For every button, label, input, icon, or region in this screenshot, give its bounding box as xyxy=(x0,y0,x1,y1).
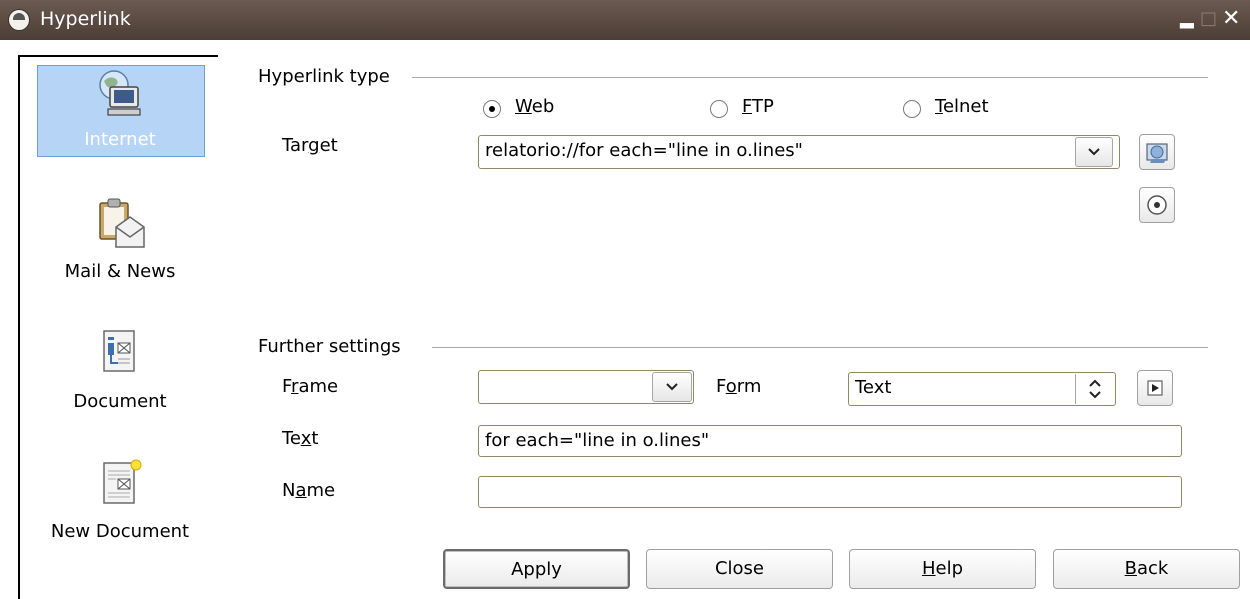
text-field[interactable]: for each="line in o.lines" xyxy=(478,425,1182,457)
text-label: Text xyxy=(282,428,319,449)
sidebar-item-new-document[interactable]: New Document xyxy=(20,457,220,557)
globe-computer-icon xyxy=(99,70,141,116)
group-divider xyxy=(412,77,1208,78)
chevron-down-icon xyxy=(1088,148,1100,156)
up-down-arrows-icon xyxy=(1089,379,1101,399)
sidebar-item-label: New Document xyxy=(50,521,190,542)
sidebar-item-internet[interactable]: Internet xyxy=(20,65,220,157)
target-in-document-button[interactable] xyxy=(1139,187,1175,223)
target-label: Target xyxy=(282,135,338,156)
radio-web-label: Web xyxy=(515,96,555,117)
window-title: Hyperlink xyxy=(40,8,131,30)
radio-telnet-label: Telnet xyxy=(935,96,989,117)
help-button[interactable]: Help xyxy=(849,549,1036,589)
sidebar-item-label: Internet xyxy=(84,129,156,150)
group-divider xyxy=(432,347,1208,348)
new-document-icon xyxy=(103,459,142,504)
app-logo-icon xyxy=(8,9,30,31)
back-button[interactable]: Back xyxy=(1053,549,1240,589)
close-button[interactable]: Close xyxy=(646,549,833,589)
chevron-down-icon xyxy=(666,383,678,391)
events-button[interactable] xyxy=(1137,370,1173,406)
sidebar-item-document[interactable]: Document xyxy=(20,327,220,427)
sidebar-item-mail-news[interactable]: Mail & News xyxy=(20,187,220,287)
name-field[interactable] xyxy=(478,476,1182,508)
radio-indicator[interactable] xyxy=(483,100,501,118)
target-dropdown-button[interactable] xyxy=(1075,137,1113,167)
open-file-button[interactable] xyxy=(1139,134,1175,170)
minimize-button[interactable]: ▂ xyxy=(1180,8,1194,30)
radio-ftp-label: FTP xyxy=(742,96,774,117)
close-window-button[interactable]: ✕ xyxy=(1222,8,1240,30)
radio-indicator[interactable] xyxy=(903,100,921,118)
sidebar-item-label: Mail & News xyxy=(64,261,176,282)
name-label: Name xyxy=(282,480,336,501)
title-bar[interactable]: Hyperlink ▂ □ ✕ xyxy=(0,0,1250,40)
document-icon xyxy=(103,330,135,372)
maximize-button[interactable]: □ xyxy=(1200,8,1217,30)
form-spinner-button[interactable] xyxy=(1075,374,1115,404)
further-settings-heading: Further settings xyxy=(258,336,401,357)
category-sidebar: Internet Mail & News Document New Docume… xyxy=(18,55,218,599)
text-value: for each="line in o.lines" xyxy=(485,430,710,451)
target-combobox[interactable]: relatorio://for each="line in o.lines" xyxy=(478,135,1120,169)
frame-label: Frame xyxy=(282,376,339,397)
sidebar-item-label: Document xyxy=(73,391,167,412)
form-label: Form xyxy=(716,376,762,397)
hyperlink-type-heading: Hyperlink type xyxy=(258,66,390,87)
apply-button[interactable]: Apply xyxy=(443,549,630,589)
target-value: relatorio://for each="line in o.lines" xyxy=(485,140,803,161)
frame-dropdown-button[interactable] xyxy=(652,372,692,402)
browse-folder-icon xyxy=(1146,143,1168,163)
clipboard-mail-icon xyxy=(99,198,145,248)
form-value: Text xyxy=(855,377,892,398)
target-icon xyxy=(1147,195,1167,215)
radio-indicator[interactable] xyxy=(710,100,728,118)
play-icon xyxy=(1147,380,1163,396)
